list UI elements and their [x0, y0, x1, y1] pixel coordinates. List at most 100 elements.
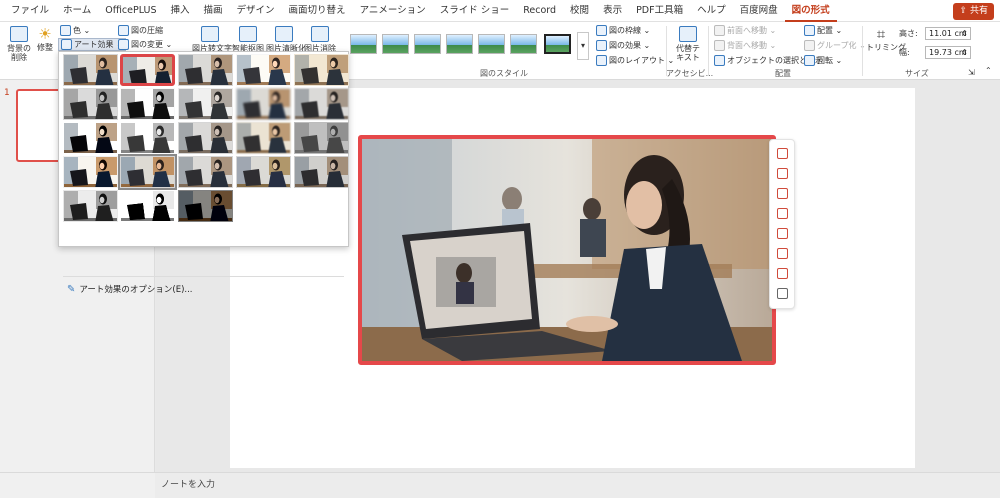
artistic-effect-20[interactable] [294, 156, 349, 188]
picture-style-6[interactable] [510, 34, 537, 54]
artistic-effect-3[interactable] [178, 54, 233, 86]
artistic-effect-14[interactable] [236, 122, 291, 154]
spinner-icon[interactable]: ⇕ [961, 28, 968, 39]
picture-remove-button[interactable]: 图片消除 [304, 26, 336, 53]
artistic-effect-2[interactable] [120, 54, 175, 86]
picture-style-7[interactable] [544, 34, 571, 54]
picture-to-text-icon [201, 26, 219, 42]
artistic-effect-6[interactable] [63, 88, 118, 120]
artistic-effect-4[interactable] [236, 54, 291, 86]
size-dialog-launcher-icon[interactable]: ⇲ [968, 68, 975, 77]
send-backward-icon [714, 40, 725, 51]
layout-icon[interactable] [777, 288, 788, 299]
ribbon-divider [708, 26, 709, 76]
menu-tab-13[interactable]: ヘルプ [690, 0, 733, 22]
dropdown-divider [63, 276, 344, 277]
artistic-effect-22[interactable] [120, 190, 175, 222]
align-icon [804, 25, 815, 36]
menu-tab-15[interactable]: 図の形式 [784, 0, 837, 22]
picture-style-4[interactable] [446, 34, 473, 54]
artistic-effect-19[interactable] [236, 156, 291, 188]
share-button[interactable]: ⇪ 共有 [953, 3, 994, 20]
group-button[interactable]: グループ化 ⌄ [804, 40, 866, 51]
picture-sharpen-button[interactable]: 图片清晰化 [266, 26, 306, 53]
options-icon: ✎ [67, 283, 76, 295]
artistic-effect-13[interactable] [178, 122, 233, 154]
art-effects-icon [61, 39, 72, 50]
menu-tab-9[interactable]: Record [516, 0, 563, 22]
height-input[interactable]: 11.01 cm ⇕ [925, 27, 971, 40]
picture-artwork [362, 139, 772, 361]
artistic-effect-16[interactable] [63, 156, 118, 188]
artistic-effect-18[interactable] [178, 156, 233, 188]
resize-icon[interactable] [777, 228, 788, 239]
artistic-effect-21[interactable] [63, 190, 118, 222]
picture-border-button[interactable]: 図の枠線 ⌄ [596, 25, 650, 36]
picture-style-5[interactable] [478, 34, 505, 54]
spinner-icon[interactable]: ⇕ [961, 47, 968, 58]
effects-icon[interactable] [777, 268, 788, 279]
menu-tab-5[interactable]: デザイン [230, 0, 282, 22]
width-input[interactable]: 19.73 cm ⇕ [925, 46, 971, 59]
rotate-icon [804, 55, 815, 66]
picture-style-1[interactable] [350, 34, 377, 54]
color-button[interactable]: 色 ⌄ [60, 25, 90, 36]
smart-cutout-button[interactable]: 智能抠图 [232, 26, 264, 53]
artistic-effect-17[interactable] [118, 154, 177, 190]
artistic-effect-5[interactable] [294, 54, 349, 86]
menu-tab-4[interactable]: 描画 [197, 0, 230, 22]
image-icon[interactable] [777, 188, 788, 199]
artistic-effect-10[interactable] [294, 88, 349, 120]
artistic-effect-12[interactable] [120, 122, 175, 154]
artistic-effect-1[interactable] [63, 54, 118, 86]
picture-style-2[interactable] [382, 34, 409, 54]
menu-tab-10[interactable]: 校閲 [563, 0, 596, 22]
crop-button[interactable]: ⌗ トリミング [866, 26, 906, 53]
picture-style-3[interactable] [414, 34, 441, 54]
bring-forward-button[interactable]: 前面へ移動 ⌄ [714, 25, 776, 36]
picture-effects-button[interactable]: 図の効果 ⌄ [596, 40, 650, 51]
compress-pictures-button[interactable]: 図の圧縮 [118, 25, 163, 36]
picture-to-text-button[interactable]: 図片转文字 [192, 26, 232, 53]
remove-background-button[interactable]: 背景の 削除 [6, 26, 32, 62]
menu-tab-7[interactable]: アニメーション [353, 0, 433, 22]
styles-more-button[interactable]: ▾ [577, 32, 589, 60]
artistic-effect-23[interactable] [178, 190, 233, 222]
art-effects-button[interactable]: アート効果 ⌄ [58, 38, 126, 51]
menu-tab-6[interactable]: 画面切り替え [282, 0, 353, 22]
menu-tab-11[interactable]: 表示 [596, 0, 629, 22]
collapse-ribbon-icon[interactable]: ⌃ [985, 66, 992, 75]
replace-image-icon[interactable] [777, 208, 788, 219]
selected-picture[interactable] [358, 135, 776, 365]
menu-tab-14[interactable]: 百度网盘 [733, 0, 785, 22]
menu-tab-1[interactable]: ホーム [56, 0, 98, 22]
menu-tab-8[interactable]: スライド ショー [433, 0, 517, 22]
send-backward-button[interactable]: 背面へ移動 ⌄ [714, 40, 776, 51]
notes-input[interactable]: ノートを入力 [155, 472, 1000, 498]
artistic-effect-7[interactable] [120, 88, 175, 120]
artistic-effect-9[interactable] [236, 88, 291, 120]
menu-bar: ファイル ホーム OfficePLUS 挿入 描画 デザイン 画面切り替え アニメーション スラ… [0, 0, 1000, 22]
color-icon [60, 25, 71, 36]
selection-pane-icon [714, 55, 725, 66]
menu-tab-2[interactable]: OfficePLUS [98, 0, 163, 22]
height-label: 高さ: [899, 29, 918, 38]
change-picture-button[interactable]: 図の変更 ⌄ [118, 39, 172, 50]
artistic-effect-11[interactable] [63, 122, 118, 154]
alt-text-button[interactable]: 代替テ キスト [672, 26, 704, 62]
align-button[interactable]: 配置 ⌄ [804, 25, 842, 36]
crop-icon[interactable] [777, 148, 788, 159]
artistic-effect-8[interactable] [178, 88, 233, 120]
filter-icon[interactable] [777, 248, 788, 259]
picture-sharpen-icon [275, 26, 293, 42]
artistic-effects-options-item[interactable]: ✎ アート効果のオプション(E)... [67, 283, 193, 296]
menu-tab-0[interactable]: ファイル [4, 0, 56, 22]
corrections-button[interactable]: ☀ 修整 [34, 26, 56, 53]
menu-tab-12[interactable]: PDF工具箱 [629, 0, 690, 22]
bring-forward-icon [714, 25, 725, 36]
artistic-effect-15[interactable] [294, 122, 349, 154]
menu-tab-3[interactable]: 挿入 [164, 0, 197, 22]
picture-layout-button[interactable]: 図のレイアウト ⌄ [596, 55, 674, 66]
rotate-button[interactable]: 回転 ⌄ [804, 55, 842, 66]
style-icon[interactable] [777, 168, 788, 179]
